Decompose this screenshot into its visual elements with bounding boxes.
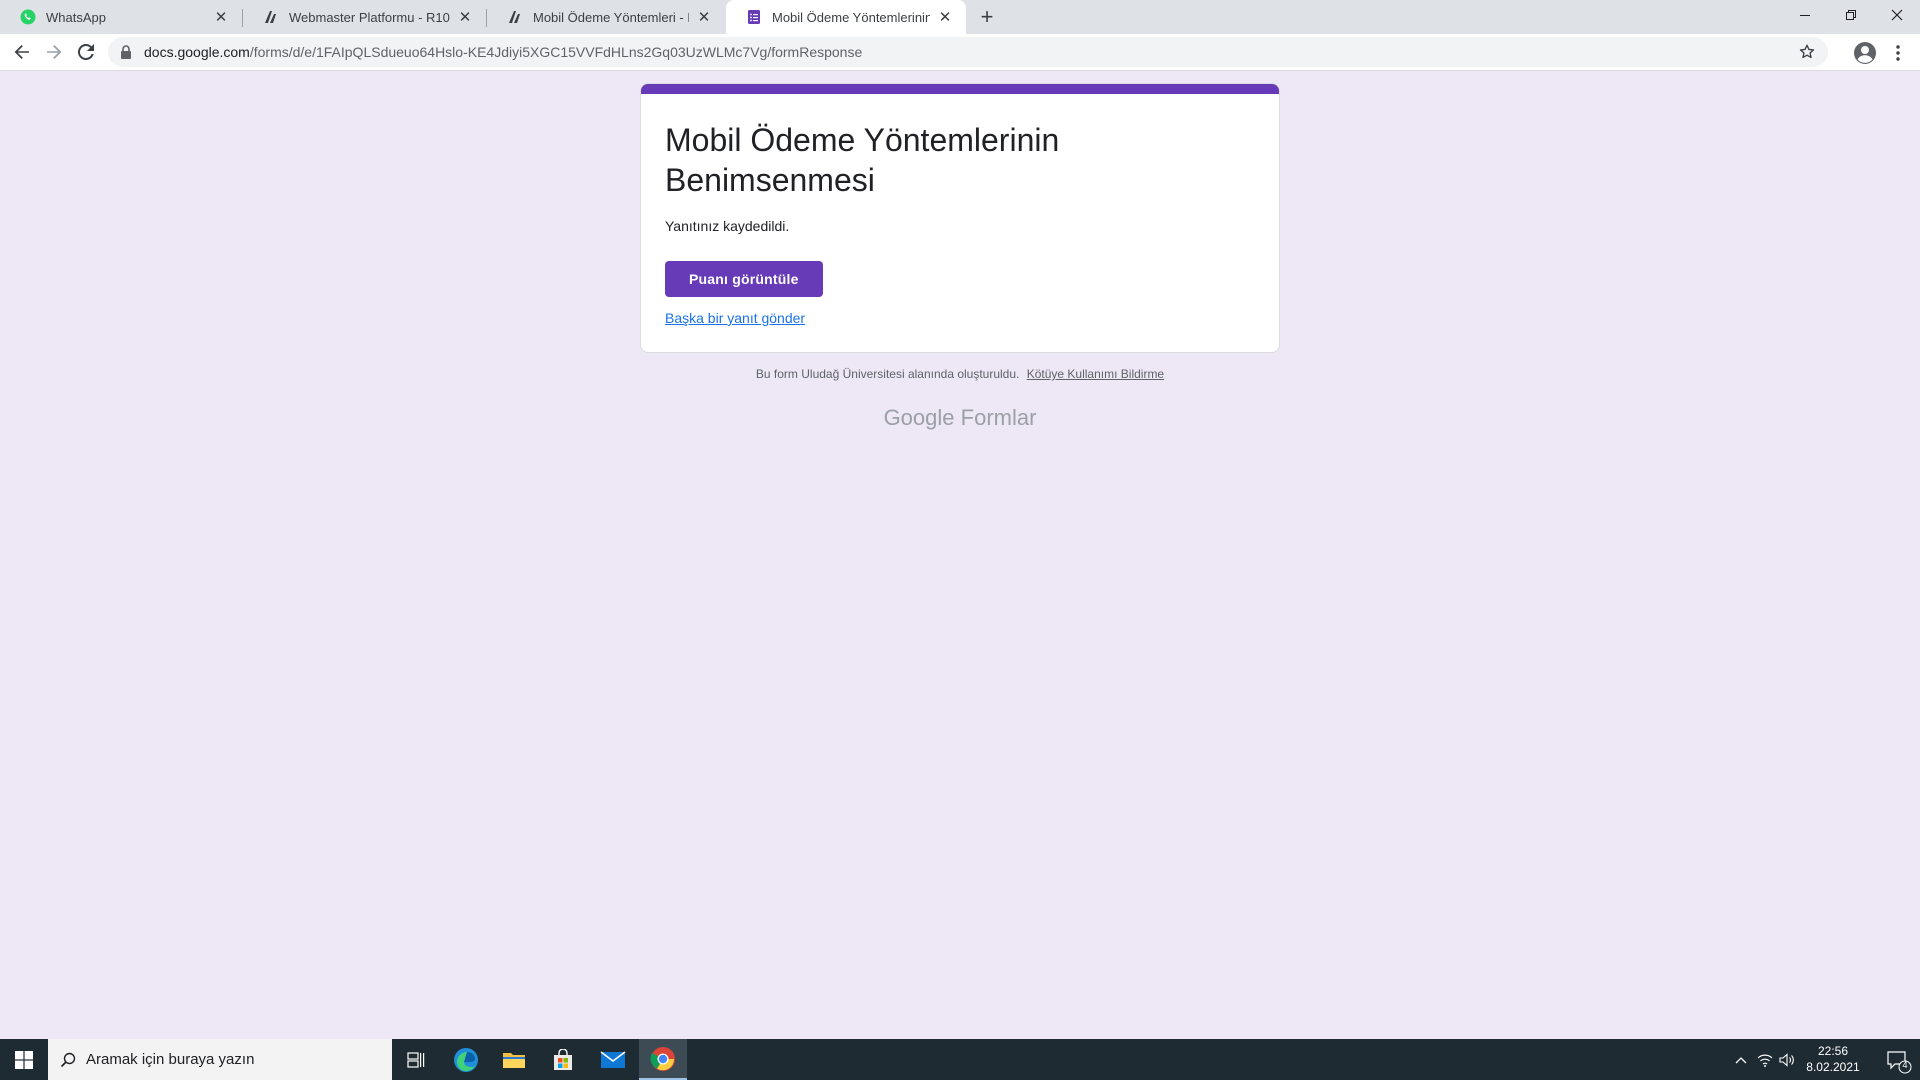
tab-title: Mobil Ödeme Yöntemlerinin Ben (772, 9, 930, 25)
tab-title: Mobil Ödeme Yöntemleri - R10.n (533, 9, 689, 25)
taskbar-search-box[interactable]: Aramak için buraya yazın (48, 1039, 392, 1080)
browser-tab-strip: WhatsApp ✕ Webmaster Platformu - R10.net… (0, 0, 1920, 34)
windows-taskbar: Aramak için buraya yazın 22:56 8.02.2021… (0, 1039, 1920, 1080)
brand-google: Google (883, 405, 955, 430)
browser-toolbar: docs.google.com/forms/d/e/1FAIpQLSdueuo6… (0, 34, 1920, 71)
close-icon[interactable]: ✕ (212, 8, 230, 26)
edge-icon (454, 1047, 478, 1072)
notification-count: 4 (1902, 1060, 1908, 1070)
taskbar-file-explorer[interactable] (490, 1039, 538, 1080)
restore-icon[interactable] (1828, 0, 1874, 30)
confirmation-message: Yanıtınız kaydedildi. (665, 218, 790, 234)
form-page: Mobil Ödeme Yöntemlerinin Benimsenmesi Y… (0, 71, 1920, 1039)
action-center-button[interactable]: 4 (1884, 1043, 1912, 1077)
wifi-icon (1757, 1054, 1773, 1067)
windows-logo-icon (15, 1050, 33, 1069)
tab-whatsapp[interactable]: WhatsApp ✕ (0, 0, 242, 34)
footer-text: Bu form Uludağ Üniversitesi alanında olu… (755, 367, 1020, 381)
network-status[interactable] (1754, 1039, 1776, 1080)
folder-icon (503, 1052, 525, 1068)
google-forms-icon (746, 9, 762, 25)
volume-control[interactable] (1776, 1039, 1798, 1080)
response-card: Mobil Ödeme Yöntemlerinin Benimsenmesi Y… (640, 83, 1280, 353)
new-tab-button[interactable]: + (974, 4, 1000, 29)
mail-icon (600, 1050, 626, 1068)
speaker-icon (1779, 1052, 1794, 1067)
chevron-up-icon (1735, 1056, 1747, 1063)
r10-icon (263, 9, 279, 25)
task-view-button[interactable] (392, 1039, 440, 1080)
search-icon (60, 1052, 76, 1067)
back-arrow-icon (14, 45, 29, 59)
close-window-icon[interactable] (1874, 0, 1920, 30)
taskbar-chrome[interactable] (639, 1039, 687, 1080)
taskbar-microsoft-store[interactable] (539, 1039, 587, 1080)
report-abuse-link[interactable]: Kötüye Kullanımı Bildirme (1027, 367, 1164, 381)
submit-another-response-link[interactable]: Başka bir yanıt gönder (665, 310, 805, 326)
form-title: Mobil Ödeme Yöntemlerinin Benimsenmesi (665, 122, 1060, 198)
taskbar-clock[interactable]: 22:56 8.02.2021 (1796, 1043, 1870, 1075)
tab-mobil-odeme-yontemleri-r10[interactable]: Mobil Ödeme Yöntemleri - R10.n ✕ (487, 0, 725, 34)
store-bag-icon (554, 1048, 572, 1070)
r10-icon (507, 9, 523, 25)
close-icon[interactable]: ✕ (456, 8, 474, 26)
show-hidden-icons-button[interactable] (1730, 1039, 1752, 1080)
forward-button[interactable] (40, 38, 68, 66)
minimize-icon[interactable] (1782, 0, 1828, 30)
card-accent-bar (641, 84, 1279, 94)
address-bar[interactable]: docs.google.com/forms/d/e/1FAIpQLSdueuo6… (108, 37, 1828, 67)
tab-webmaster-platformu[interactable]: Webmaster Platformu - R10.net ✕ (243, 0, 486, 34)
tab-title: WhatsApp (46, 9, 106, 25)
view-score-button[interactable]: Puanı görüntüle (665, 261, 823, 297)
task-view-icon (407, 1051, 425, 1068)
search-placeholder: Aramak için buraya yazın (86, 1051, 255, 1068)
profile-avatar-icon[interactable] (1852, 40, 1878, 66)
back-button[interactable] (8, 38, 36, 66)
url-host: docs.google.com (144, 44, 250, 60)
taskbar-edge[interactable] (442, 1039, 490, 1080)
forward-arrow-icon (47, 45, 62, 59)
tab-title: Webmaster Platformu - R10.net (289, 9, 450, 25)
clock-time: 22:56 (1817, 1044, 1849, 1058)
close-icon[interactable]: ✕ (936, 8, 954, 26)
reload-button[interactable] (72, 38, 100, 66)
url-text: docs.google.com/forms/d/e/1FAIpQLSdueuo6… (144, 44, 862, 60)
windows-start-button[interactable] (0, 1039, 48, 1080)
more-menu-icon[interactable] (1888, 40, 1908, 66)
chrome-icon (650, 1046, 675, 1071)
bookmark-star-icon[interactable] (1798, 43, 1816, 61)
whatsapp-icon (20, 9, 36, 25)
clock-date: 8.02.2021 (1806, 1060, 1860, 1074)
form-footer: Bu form Uludağ Üniversitesi alanında olu… (0, 367, 1920, 381)
brand-forms: Formlar (960, 405, 1037, 430)
tab-google-form-active[interactable]: Mobil Ödeme Yöntemlerinin Ben ✕ (726, 0, 966, 34)
url-path: /forms/d/e/1FAIpQLSdueuo64Hslo-KE4Jdiyi5… (249, 44, 863, 60)
google-forms-logo[interactable]: Google Formlar (0, 405, 1920, 431)
close-icon[interactable]: ✕ (695, 8, 713, 26)
lock-icon (120, 45, 134, 59)
taskbar-mail[interactable] (589, 1039, 637, 1080)
reload-icon (78, 44, 94, 60)
